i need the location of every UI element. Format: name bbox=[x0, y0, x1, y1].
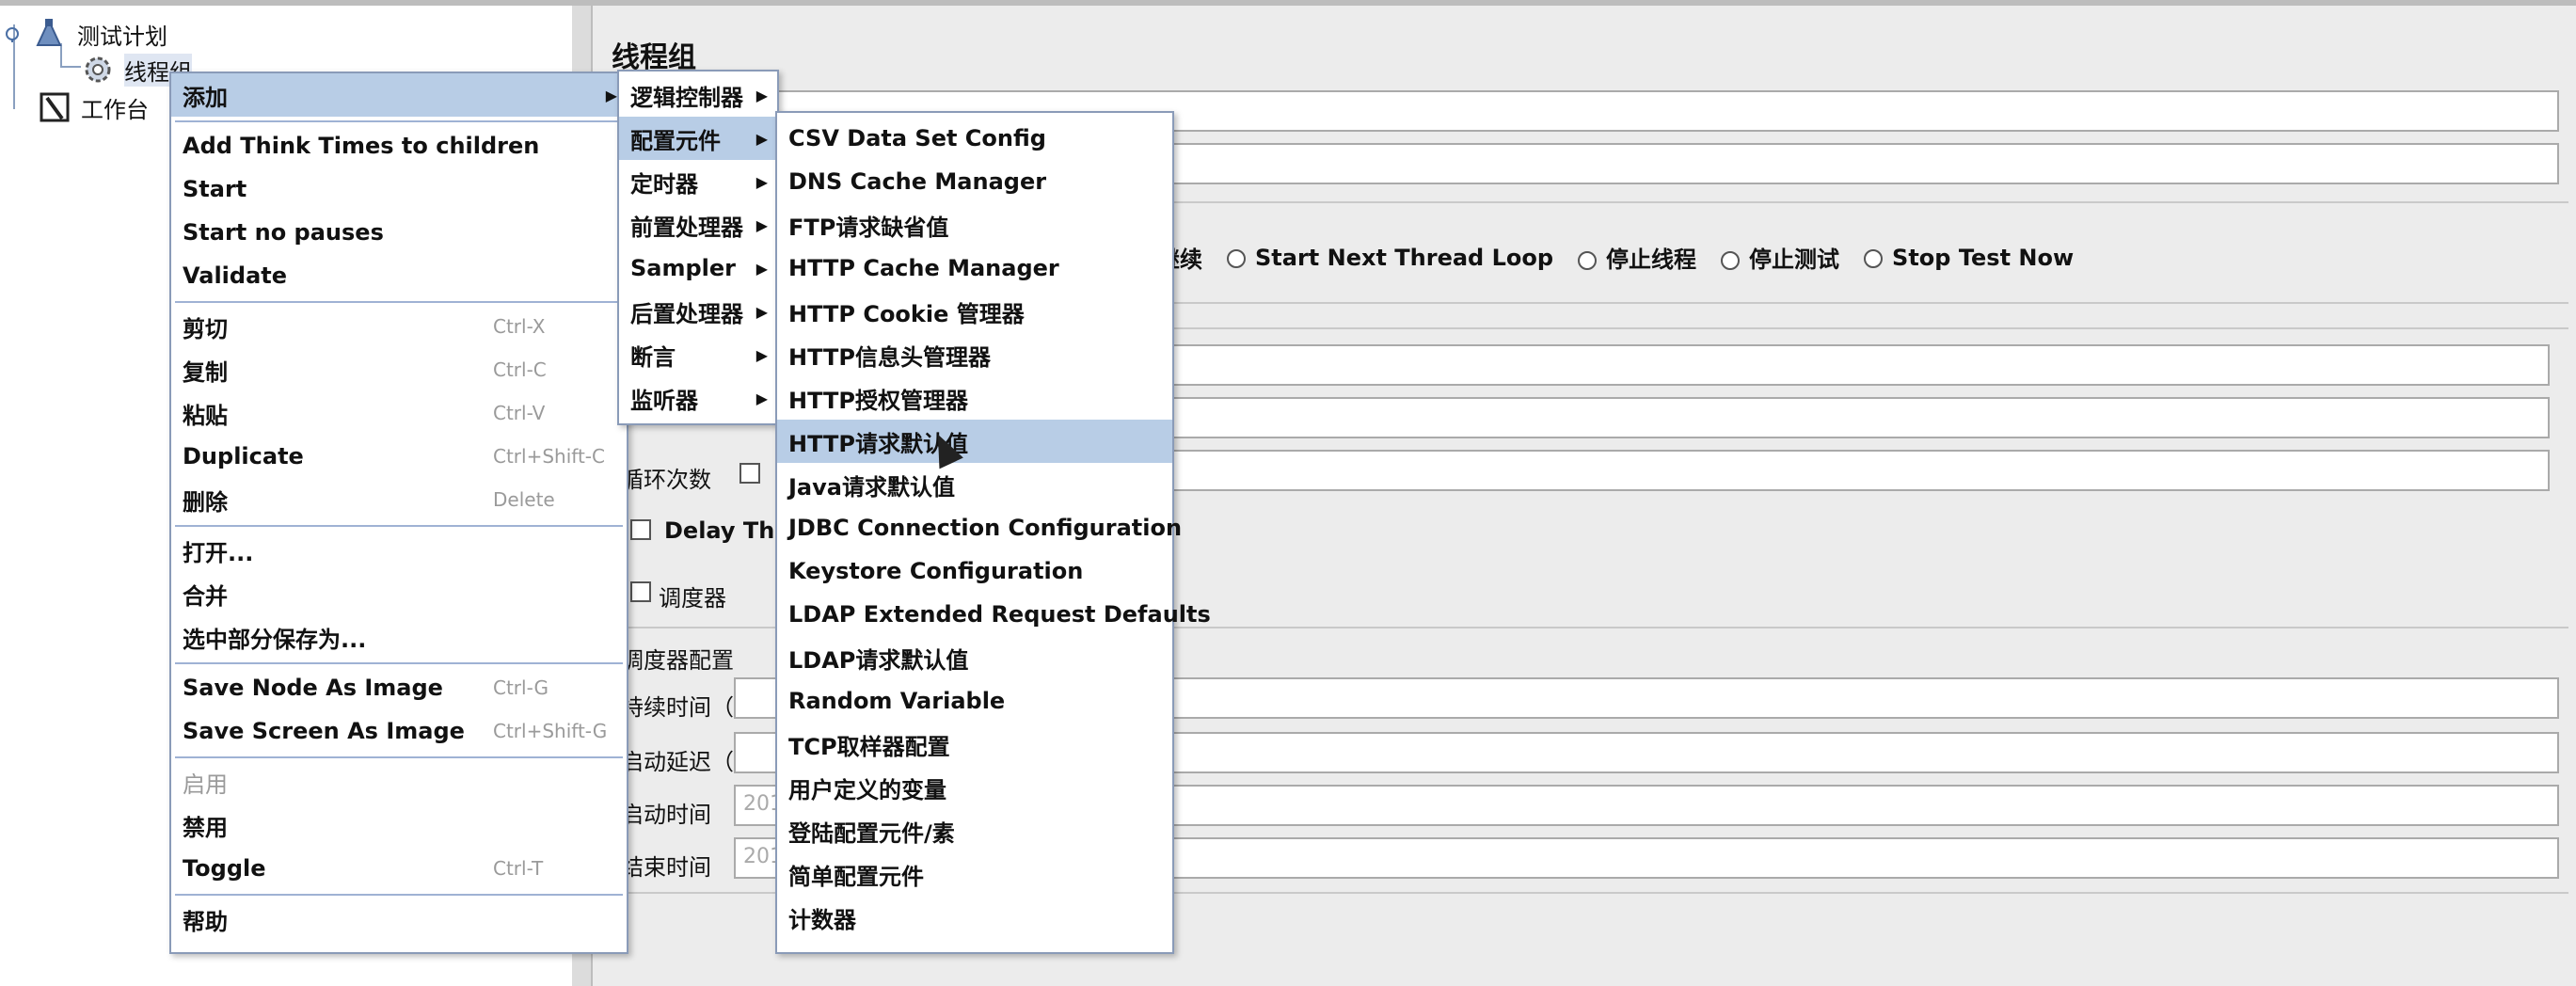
tree-label: 测试计划 bbox=[77, 23, 167, 50]
menu-item-add-think-times[interactable]: Add Think Times to children bbox=[171, 124, 627, 167]
menu-item-add[interactable]: 添加 ▶ bbox=[171, 73, 627, 117]
config-item-ldap-defaults[interactable]: LDAP请求默认值 bbox=[777, 636, 1172, 679]
config-item-simple-config[interactable]: 简单配置元件 bbox=[777, 852, 1172, 896]
submenu-arrow-icon: ▶ bbox=[755, 302, 768, 321]
menu-separator bbox=[175, 301, 623, 303]
loop-count-field[interactable] bbox=[1120, 450, 2550, 491]
config-item-http-request-defaults[interactable]: HTTP请求默认值 bbox=[777, 420, 1172, 463]
menu-separator bbox=[175, 894, 623, 896]
radio-start-next-loop[interactable]: Start Next Thread Loop bbox=[1227, 245, 1553, 271]
menu-item-start-no-pauses[interactable]: Start no pauses bbox=[171, 211, 627, 254]
tree-node-test-plan[interactable]: 测试计划 bbox=[4, 17, 167, 51]
config-item-http-cookie-manager[interactable]: HTTP Cookie 管理器 bbox=[777, 290, 1172, 333]
config-element-submenu: CSV Data Set Config DNS Cache Manager FT… bbox=[775, 111, 1211, 954]
menu-item-save-node-image[interactable]: Save Node As Image Ctrl-G bbox=[171, 666, 627, 709]
menu-separator bbox=[175, 525, 623, 527]
radio-stop-test-now[interactable]: Stop Test Now bbox=[1864, 245, 2074, 271]
tree-label: 工作台 bbox=[81, 96, 149, 123]
submenu-item-sampler[interactable]: Sampler ▶ bbox=[619, 246, 777, 290]
context-menu: 添加 ▶ Add Think Times to children Start St… bbox=[169, 72, 628, 954]
start-time-label: 启动时间 bbox=[621, 802, 711, 828]
thread-count-field[interactable] bbox=[1120, 344, 2550, 386]
submenu-arrow-icon: ▶ bbox=[755, 86, 768, 104]
config-item-dns-cache-manager[interactable]: DNS Cache Manager bbox=[777, 160, 1172, 203]
menu-separator bbox=[175, 120, 623, 122]
config-item-keystore[interactable]: Keystore Configuration bbox=[777, 549, 1172, 593]
config-item-login-config[interactable]: 登陆配置元件/素 bbox=[777, 809, 1172, 852]
add-submenu: 逻辑控制器 ▶ 配置元件 ▶ 定时器 ▶ 前置处理器 ▶ Sampler ▶ 后置处理器 ▶… bbox=[617, 70, 779, 425]
config-item-ftp-defaults[interactable]: FTP请求缺省值 bbox=[777, 203, 1172, 246]
radio-stop-thread[interactable]: 停止线程 bbox=[1578, 241, 1696, 274]
menu-item-cut[interactable]: 剪切 Ctrl-X bbox=[171, 305, 627, 348]
menu-item-duplicate[interactable]: Duplicate Ctrl+Shift-C bbox=[171, 435, 627, 478]
menu-item-save-selection-as[interactable]: 选中部分保存为... bbox=[171, 615, 627, 659]
submenu-arrow-icon: ▶ bbox=[755, 389, 768, 407]
config-item-java-request-defaults[interactable]: Java请求默认值 bbox=[777, 463, 1172, 506]
submenu-arrow-icon: ▶ bbox=[605, 86, 617, 104]
menu-item-delete[interactable]: 删除 Delete bbox=[171, 478, 627, 521]
scheduler-config-label: 调度器配置 bbox=[621, 647, 734, 674]
menu-separator bbox=[175, 662, 623, 664]
submenu-item-pre-processor[interactable]: 前置处理器 ▶ bbox=[619, 203, 777, 246]
test-plan-icon bbox=[36, 18, 62, 46]
config-item-http-header-manager[interactable]: HTTP信息头管理器 bbox=[777, 333, 1172, 376]
error-action-row: 继续 Start Next Thread Loop 停止线程 停止测试 Stop… bbox=[1157, 241, 2074, 274]
config-item-random-variable[interactable]: Random Variable bbox=[777, 679, 1172, 723]
config-item-http-cache-manager[interactable]: HTTP Cache Manager bbox=[777, 246, 1172, 290]
ramp-up-field[interactable] bbox=[1120, 397, 2550, 438]
config-item-jdbc-connection[interactable]: JDBC Connection Configuration bbox=[777, 506, 1182, 549]
submenu-item-config-element[interactable]: 配置元件 ▶ bbox=[619, 117, 777, 160]
menu-item-open[interactable]: 打开... bbox=[171, 529, 627, 572]
submenu-item-listener[interactable]: 监听器 ▶ bbox=[619, 376, 777, 420]
config-item-tcp-sampler-config[interactable]: TCP取样器配置 bbox=[777, 723, 1172, 766]
menu-item-save-screen-image[interactable]: Save Screen As Image Ctrl+Shift-G bbox=[171, 709, 627, 753]
gear-icon bbox=[85, 56, 111, 83]
submenu-arrow-icon: ▶ bbox=[755, 172, 768, 191]
config-item-counter[interactable]: 计数器 bbox=[777, 896, 1172, 939]
menu-item-paste[interactable]: 粘贴 Ctrl-V bbox=[171, 391, 627, 435]
menu-item-start[interactable]: Start bbox=[171, 167, 627, 211]
menu-item-validate[interactable]: Validate bbox=[171, 254, 627, 297]
submenu-arrow-icon: ▶ bbox=[755, 345, 768, 364]
menu-separator bbox=[175, 756, 623, 758]
tree-expand-icon[interactable] bbox=[4, 25, 21, 42]
submenu-item-logic-controller[interactable]: 逻辑控制器 ▶ bbox=[619, 73, 777, 117]
radio-stop-test[interactable]: 停止测试 bbox=[1721, 241, 1839, 274]
delay-thread-checkbox[interactable] bbox=[630, 519, 651, 540]
workbench-icon bbox=[40, 92, 70, 122]
scheduler-label: 调度器 bbox=[659, 585, 726, 612]
tree-node-workbench[interactable]: 工作台 bbox=[38, 90, 149, 124]
menu-item-copy[interactable]: 复制 Ctrl-C bbox=[171, 348, 627, 391]
loop-forever-checkbox[interactable] bbox=[739, 463, 760, 484]
end-time-label: 结束时间 bbox=[621, 854, 711, 881]
menu-item-merge[interactable]: 合并 bbox=[171, 572, 627, 615]
submenu-arrow-icon: ▶ bbox=[755, 129, 768, 148]
submenu-arrow-icon: ▶ bbox=[755, 215, 768, 234]
submenu-item-assertion[interactable]: 断言 ▶ bbox=[619, 333, 777, 376]
tree-connector bbox=[60, 66, 81, 68]
submenu-arrow-icon: ▶ bbox=[755, 259, 768, 278]
config-item-user-defined-variables[interactable]: 用户定义的变量 bbox=[777, 766, 1172, 809]
menu-item-enable: 启用 bbox=[183, 771, 228, 798]
submenu-item-post-processor[interactable]: 后置处理器 ▶ bbox=[619, 290, 777, 333]
loop-count-label: 循环次数 bbox=[621, 467, 711, 493]
config-item-ldap-extended-defaults[interactable]: LDAP Extended Request Defaults bbox=[777, 593, 1211, 636]
submenu-item-timer[interactable]: 定时器 ▶ bbox=[619, 160, 777, 203]
menu-item-toggle[interactable]: Toggle Ctrl-T bbox=[171, 847, 627, 890]
menu-item-disable[interactable]: 禁用 bbox=[171, 803, 627, 847]
scheduler-checkbox[interactable] bbox=[630, 581, 651, 602]
config-item-http-auth-manager[interactable]: HTTP授权管理器 bbox=[777, 376, 1172, 420]
menu-item-help[interactable]: 帮助 bbox=[171, 898, 627, 941]
config-item-csv-data-set[interactable]: CSV Data Set Config bbox=[777, 117, 1172, 160]
